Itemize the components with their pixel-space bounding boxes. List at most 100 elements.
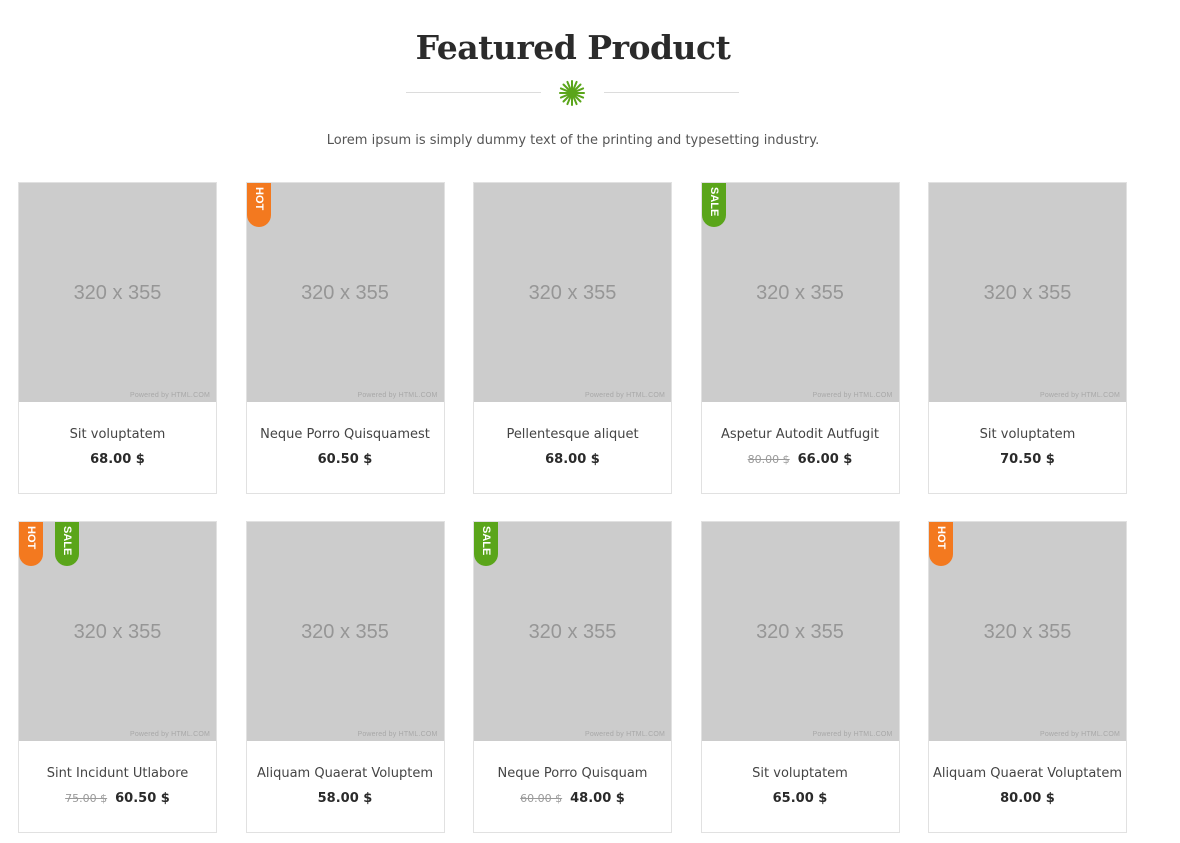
placeholder-powered-label: Powered by HTML.COM — [129, 731, 210, 738]
product-info: Aliquam Quaerat Voluptatem 80.00 $ — [929, 741, 1126, 806]
product-info: Aliquam Quaerat Voluptem 58.00 $ — [247, 741, 444, 806]
current-price: 68.00 $ — [545, 452, 600, 467]
product-row: 320 x 355 Powered by HTML.COM Sit voluptat… — [18, 182, 1128, 494]
product-info: Aspetur Autodit Autfugit 80.00 $ 66.00 $ — [702, 402, 899, 467]
product-image[interactable]: 320 x 355 Powered by HTML.COM — [246, 522, 444, 741]
product-name-link[interactable]: Aspetur Autodit Autfugit — [702, 427, 899, 442]
sale-badge: SALE — [701, 183, 726, 227]
product-name-link[interactable]: Pellentesque aliquet — [474, 427, 671, 442]
product-info: Neque Porro Quisquamest 60.50 $ — [247, 402, 444, 467]
star-icon — [559, 80, 585, 106]
product-card[interactable]: 320 x 355 Powered by HTML.COM SALE Aspetur … — [700, 182, 900, 494]
product-image[interactable]: 320 x 355 Powered by HTML.COM — [19, 522, 216, 741]
product-card[interactable]: 320 x 355 Powered by HTML.COM Aliquam Quae… — [245, 521, 445, 833]
placeholder-powered-label: Powered by HTML.COM — [1039, 392, 1120, 399]
hot-badge: HOT — [19, 522, 43, 566]
placeholder-size-label: 320 x 355 — [301, 282, 389, 304]
product-image[interactable]: 320 x 355 Powered by HTML.COM — [929, 522, 1126, 741]
product-card[interactable]: 320 x 355 Powered by HTML.COM Sit voluptat… — [18, 182, 217, 494]
product-info: Sit voluptatem 65.00 $ — [702, 741, 899, 806]
placeholder-powered-label: Powered by HTML.COM — [584, 392, 665, 399]
placeholder-powered-label: Powered by HTML.COM — [129, 392, 210, 399]
product-card[interactable]: 320 x 355 Powered by HTML.COM HOT Aliquam Q… — [928, 521, 1127, 833]
product-name-link[interactable]: Aliquam Quaerat Voluptem — [247, 766, 444, 781]
product-card[interactable]: 320 x 355 Powered by HTML.COM Sit voluptat… — [928, 182, 1127, 494]
placeholder-powered-label: Powered by HTML.COM — [812, 731, 893, 738]
current-price: 68.00 $ — [90, 452, 145, 467]
product-card[interactable]: 320 x 355 Powered by HTML.COM Pellentesque… — [473, 182, 672, 494]
product-info: Pellentesque aliquet 68.00 $ — [474, 402, 671, 467]
placeholder-size-label: 320 x 355 — [73, 282, 162, 304]
product-info: Sit voluptatem 68.00 $ — [19, 402, 216, 467]
product-price: 60.50 $ — [247, 452, 444, 467]
product-image[interactable]: 320 x 355 Powered by HTML.COM — [701, 183, 899, 402]
placeholder-size-label: 320 x 355 — [756, 282, 844, 304]
product-price: 58.00 $ — [247, 791, 444, 806]
product-price: 75.00 $ 60.50 $ — [19, 791, 216, 806]
old-price: 60.00 $ — [520, 792, 563, 805]
section-title: Featured Product — [415, 28, 731, 67]
product-info: Neque Porro Quisquam 60.00 $ 48.00 $ — [474, 741, 671, 806]
current-price: 60.50 $ — [317, 452, 373, 467]
placeholder-size-label: 320 x 355 — [528, 282, 617, 304]
old-price: 75.00 $ — [65, 792, 108, 805]
hot-badge: HOT — [246, 183, 271, 227]
hot-badge-label: HOT — [25, 526, 37, 550]
product-image[interactable]: 320 x 355 Powered by HTML.COM — [929, 183, 1126, 402]
placeholder-size-label: 320 x 355 — [301, 621, 389, 643]
sale-badge-label: SALE — [480, 526, 492, 556]
product-card[interactable]: 320 x 355 Powered by HTML.COM Sit voluptat… — [700, 521, 900, 833]
product-image[interactable]: 320 x 355 Powered by HTML.COM — [19, 183, 216, 402]
sale-badge-label: SALE — [61, 526, 73, 556]
current-price: 48.00 $ — [570, 791, 625, 806]
current-price: 58.00 $ — [317, 791, 373, 806]
sale-badge: SALE — [474, 522, 498, 566]
product-image[interactable]: 320 x 355 Powered by HTML.COM — [474, 522, 671, 741]
placeholder-size-label: 320 x 355 — [756, 621, 844, 643]
product-image[interactable]: 320 x 355 Powered by HTML.COM — [701, 522, 899, 741]
product-name-link[interactable]: Sit voluptatem — [702, 766, 899, 781]
product-name-link[interactable]: Aliquam Quaerat Voluptatem — [929, 766, 1126, 781]
product-price: 60.00 $ 48.00 $ — [474, 791, 671, 806]
product-name-link[interactable]: Neque Porro Quisquamest — [247, 427, 444, 442]
product-price: 80.00 $ — [929, 791, 1126, 806]
hot-badge-label: HOT — [935, 526, 947, 550]
product-name-link[interactable]: Sint Incidunt Utlabore — [19, 766, 216, 781]
product-price: 65.00 $ — [702, 791, 899, 806]
placeholder-powered-label: Powered by HTML.COM — [357, 731, 438, 738]
product-image[interactable]: 320 x 355 Powered by HTML.COM — [474, 183, 671, 402]
placeholder-powered-label: Powered by HTML.COM — [584, 731, 665, 738]
product-info: Sint Incidunt Utlabore 75.00 $ 60.50 $ — [19, 741, 216, 806]
sale-badge-label: SALE — [707, 187, 720, 217]
current-price: 80.00 $ — [1000, 791, 1055, 806]
current-price: 60.50 $ — [115, 791, 170, 806]
title-divider — [406, 80, 739, 106]
product-price: 70.50 $ — [929, 452, 1126, 467]
current-price: 65.00 $ — [772, 791, 828, 806]
current-price: 70.50 $ — [1000, 452, 1055, 467]
placeholder-powered-label: Powered by HTML.COM — [1039, 731, 1120, 738]
product-name-link[interactable]: Sit voluptatem — [19, 427, 216, 442]
placeholder-size-label: 320 x 355 — [983, 621, 1072, 643]
sale-badge: SALE — [55, 522, 79, 566]
product-name-link[interactable]: Neque Porro Quisquam — [474, 766, 671, 781]
product-price: 68.00 $ — [19, 452, 216, 467]
hot-badge: HOT — [929, 522, 953, 566]
section-subtitle: Lorem ipsum is simply dummy text of the … — [326, 133, 820, 148]
old-price: 80.00 $ — [747, 453, 790, 466]
product-card[interactable]: 320 x 355 Powered by HTML.COM HOT SALE Sint … — [18, 521, 217, 833]
product-info: Sit voluptatem 70.50 $ — [929, 402, 1126, 467]
divider-line-right — [604, 92, 739, 93]
product-image[interactable]: 320 x 355 Powered by HTML.COM — [246, 183, 444, 402]
product-price: 80.00 $ 66.00 $ — [702, 452, 899, 467]
placeholder-powered-label: Powered by HTML.COM — [812, 392, 893, 399]
placeholder-size-label: 320 x 355 — [528, 621, 617, 643]
product-card[interactable]: 320 x 355 Powered by HTML.COM HOT Neque Por… — [245, 182, 445, 494]
hot-badge-label: HOT — [252, 187, 265, 211]
product-name-link[interactable]: Sit voluptatem — [929, 427, 1126, 442]
placeholder-powered-label: Powered by HTML.COM — [357, 392, 438, 399]
current-price: 66.00 $ — [797, 452, 853, 467]
product-price: 68.00 $ — [474, 452, 671, 467]
product-card[interactable]: 320 x 355 Powered by HTML.COM SALE Neque Po… — [473, 521, 672, 833]
product-row: 320 x 355 Powered by HTML.COM HOT SALE Sint … — [18, 521, 1128, 833]
